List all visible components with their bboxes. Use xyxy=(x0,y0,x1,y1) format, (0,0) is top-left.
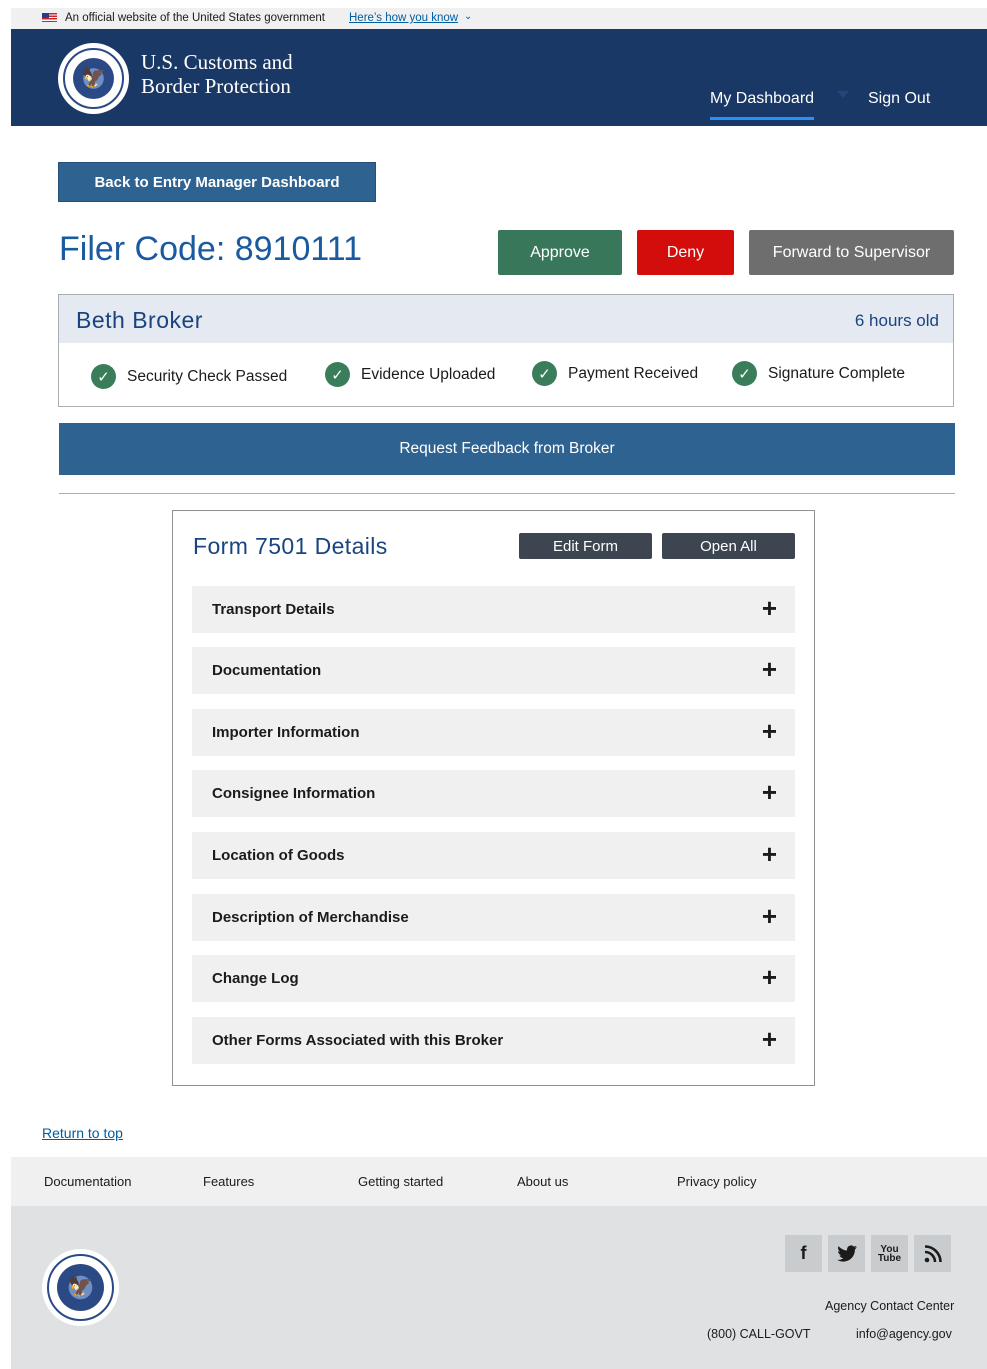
nav-chevron-down-icon[interactable] xyxy=(837,91,849,98)
youtube-icon[interactable]: You Tube xyxy=(871,1235,908,1272)
check-circle-icon: ✓ xyxy=(732,361,757,386)
accordion-label: Change Log xyxy=(212,970,299,987)
footer-link-getting-started[interactable]: Getting started xyxy=(358,1174,443,1189)
page-title: Filer Code: 8910111 xyxy=(59,230,363,268)
nav-my-dashboard[interactable]: My Dashboard xyxy=(710,90,814,108)
footer-nav: Documentation Features Getting started A… xyxy=(11,1157,987,1206)
plus-icon[interactable]: + xyxy=(762,841,777,867)
accordion-label: Description of Merchandise xyxy=(212,909,409,926)
broker-status-card: Beth Broker 6 hours old ✓ Security Check… xyxy=(58,294,954,407)
gov-banner: An official website of the United States… xyxy=(11,8,987,29)
broker-name: Beth Broker xyxy=(76,307,203,333)
check-signature: ✓ Signature Complete xyxy=(732,361,905,386)
check-label: Payment Received xyxy=(568,364,699,382)
accordion-label: Location of Goods xyxy=(212,847,345,864)
footer-link-privacy-policy[interactable]: Privacy policy xyxy=(677,1174,756,1189)
us-flag-icon xyxy=(42,13,57,22)
deny-button[interactable]: Deny xyxy=(637,230,734,275)
check-label: Signature Complete xyxy=(768,364,905,382)
rss-icon[interactable] xyxy=(914,1235,951,1272)
entry-age: 6 hours old xyxy=(854,311,939,330)
edit-form-button[interactable]: Edit Form xyxy=(519,533,652,559)
return-to-top-link[interactable]: Return to top xyxy=(42,1125,123,1141)
request-feedback-button[interactable]: Request Feedback from Broker xyxy=(59,423,955,475)
section-divider xyxy=(59,493,955,494)
footer-main: 🦅 f You Tube Agency Contact Center (800) … xyxy=(11,1206,987,1369)
accordion-importer-information[interactable]: Importer Information + xyxy=(192,709,795,756)
accordion-transport-details[interactable]: Transport Details + xyxy=(192,586,795,633)
check-label: Evidence Uploaded xyxy=(361,365,496,383)
accordion-change-log[interactable]: Change Log + xyxy=(192,955,795,1002)
agency-name-line2: Border Protection xyxy=(141,74,291,98)
accordion-consignee-information[interactable]: Consignee Information + xyxy=(192,770,795,817)
check-circle-icon: ✓ xyxy=(325,362,350,387)
check-evidence: ✓ Evidence Uploaded xyxy=(325,362,495,387)
plus-icon[interactable]: + xyxy=(762,718,777,744)
check-circle-icon: ✓ xyxy=(91,364,116,389)
twitter-icon[interactable] xyxy=(828,1235,865,1272)
site-header: 🦅 U.S. Customs and Border Protection My … xyxy=(11,29,987,126)
footer-link-features[interactable]: Features xyxy=(203,1174,254,1189)
plus-icon[interactable]: + xyxy=(762,903,777,929)
official-website-text: An official website of the United States… xyxy=(65,12,325,24)
form-title: Form 7501 Details xyxy=(193,533,388,559)
form-7501-panel: Form 7501 Details Edit Form Open All Tra… xyxy=(172,510,815,1086)
accordion-label: Transport Details xyxy=(212,601,335,618)
footer-link-documentation[interactable]: Documentation xyxy=(44,1174,131,1189)
broker-card-header: Beth Broker 6 hours old xyxy=(59,295,953,343)
dhs-seal-icon: 🦅 xyxy=(58,43,129,114)
check-circle-icon: ✓ xyxy=(532,361,557,386)
facebook-icon[interactable]: f xyxy=(785,1235,822,1272)
accordion-documentation[interactable]: Documentation + xyxy=(192,647,795,694)
plus-icon[interactable]: + xyxy=(762,779,777,805)
back-to-dashboard-button[interactable]: Back to Entry Manager Dashboard xyxy=(58,162,376,202)
open-all-button[interactable]: Open All xyxy=(662,533,795,559)
nav-sign-out[interactable]: Sign Out xyxy=(868,90,930,108)
approve-button[interactable]: Approve xyxy=(498,230,622,275)
accordion-location-of-goods[interactable]: Location of Goods + xyxy=(192,832,795,879)
nav-active-indicator xyxy=(710,117,814,120)
forward-to-supervisor-button[interactable]: Forward to Supervisor xyxy=(749,230,954,275)
plus-icon[interactable]: + xyxy=(762,656,777,682)
plus-icon[interactable]: + xyxy=(762,595,777,621)
plus-icon[interactable]: + xyxy=(762,964,777,990)
page: An official website of the United States… xyxy=(11,8,987,1369)
check-payment: ✓ Payment Received xyxy=(532,361,698,386)
chevron-down-icon[interactable]: ⌄ xyxy=(464,11,472,22)
heres-how-you-know-link[interactable]: Here’s how you know xyxy=(349,12,458,24)
accordion-label: Other Forms Associated with this Broker xyxy=(212,1032,504,1049)
accordion-label: Consignee Information xyxy=(212,785,376,802)
dhs-seal-icon: 🦅 xyxy=(42,1249,119,1326)
check-security: ✓ Security Check Passed xyxy=(91,364,287,389)
contact-center-title: Agency Contact Center xyxy=(825,1299,955,1313)
accordion-label: Documentation xyxy=(212,662,322,679)
check-label: Security Check Passed xyxy=(127,367,288,385)
accordion-other-forms[interactable]: Other Forms Associated with this Broker … xyxy=(192,1017,795,1064)
accordion-description-of-merchandise[interactable]: Description of Merchandise + xyxy=(192,894,795,941)
contact-email[interactable]: info@agency.gov xyxy=(856,1327,952,1341)
agency-name-line1: U.S. Customs and xyxy=(141,50,293,74)
plus-icon[interactable]: + xyxy=(762,1026,777,1052)
footer-link-about-us[interactable]: About us xyxy=(517,1174,568,1189)
accordion-label: Importer Information xyxy=(212,724,360,741)
agency-name[interactable]: U.S. Customs and Border Protection xyxy=(141,50,293,98)
contact-phone[interactable]: (800) CALL-GOVT xyxy=(707,1327,811,1341)
